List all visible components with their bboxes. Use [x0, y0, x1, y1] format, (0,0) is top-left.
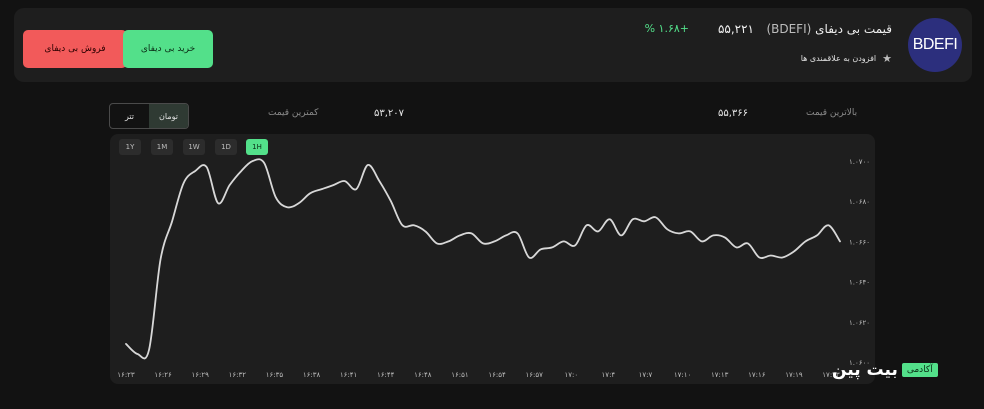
x-tick-label: ۱۷:۱۰	[674, 371, 691, 379]
currency-option-usdt[interactable]: تتر	[110, 104, 149, 128]
price-series-line	[125, 158, 841, 360]
x-tick-label: ۱۶:۴۱	[340, 371, 357, 379]
x-tick-label: ۱۶:۲۹	[192, 371, 210, 379]
watermark-text: بیت پین	[832, 360, 898, 380]
sell-button[interactable]: فروش بی دیفای	[23, 30, 127, 68]
x-tick-label: ۱۶:۵۱	[451, 371, 468, 379]
x-tick-label: ۱۷:۱۶	[748, 371, 766, 379]
x-tick-label: ۱۶:۵۴	[488, 371, 506, 379]
high-price-value: ۵۵,۳۶۶	[718, 108, 749, 119]
add-to-favorites[interactable]: ★ افزودن به علاقمندی ها	[801, 52, 892, 65]
y-tick-label: ۱.۰۶۸۰	[849, 198, 870, 206]
coin-title: قیمت بی دیفای (BDEFI)	[766, 22, 892, 36]
currency-option-toman[interactable]: تومان	[149, 104, 188, 128]
x-tick-label: ۱۶:۳۸	[303, 371, 321, 379]
x-tick-label: ۱۶:۳۵	[266, 371, 284, 379]
price-chart: 1Y 1M 1W 1D 1H ۱.۰۷۰۰ ۱.۰۶۸۰ ۱.۰۶۶۰ ۱.۰۶۴۰ ۱…	[110, 134, 875, 384]
x-tick-label: ۱۷:۰	[564, 371, 578, 379]
x-tick-label: ۱۶:۵۷	[525, 371, 543, 379]
y-tick-label: ۱.۰۶۲۰	[849, 319, 870, 327]
favorites-label: افزودن به علاقمندی ها	[800, 54, 877, 63]
y-tick-label: ۱.۰۷۰۰	[849, 158, 870, 166]
x-tick-label: ۱۷:۴	[602, 371, 616, 379]
high-price-label: بالاترین قیمت	[806, 108, 858, 118]
coin-header: فروش بی دیفای خرید بی دیفای +۱.۶۸ % ۵۵,۲…	[14, 8, 972, 82]
price-chart-svg: ۱.۰۷۰۰۱.۰۶۸۰۱.۰۶۶۰۱.۰۶۴۰۱.۰۶۲۰۱.۰۶۰۰ ۱۶:…	[117, 158, 870, 379]
current-price: ۵۵,۲۲۱	[717, 22, 754, 36]
x-tick-label: ۱۷:۷	[639, 371, 653, 379]
x-tick-label: ۱۷:۱۹	[785, 371, 803, 379]
coin-symbol: (BDEFI)	[766, 22, 812, 36]
coin-name: قیمت بی دیفای	[815, 22, 892, 36]
x-tick-label: ۱۶:۴۸	[414, 371, 432, 379]
y-tick-label: ۱.۰۶۴۰	[849, 279, 870, 287]
y-tick-label: ۱.۰۶۶۰	[849, 238, 870, 246]
x-tick-label: ۱۶:۲۳	[117, 371, 135, 379]
low-price-label: کمترین قیمت	[268, 108, 319, 118]
currency-toggle[interactable]: تتر تومان	[109, 103, 189, 129]
buy-button[interactable]: خرید بی دیفای	[123, 30, 213, 68]
watermark-badge: آکادمی	[901, 363, 938, 377]
low-price-value: ۵۳,۲۰۷	[374, 108, 405, 119]
x-tick-label: ۱۶:۴۴	[377, 371, 395, 379]
x-tick-label: ۱۶:۳۲	[229, 371, 247, 379]
watermark: آکادمی بیت پین	[832, 360, 938, 380]
price-change: +۱.۶۸ %	[644, 22, 689, 35]
x-tick-label: ۱۷:۱۳	[711, 371, 729, 379]
x-tick-label: ۱۶:۲۶	[154, 371, 172, 379]
star-icon[interactable]: ★	[882, 52, 892, 65]
coin-logo: BDEFI	[908, 18, 962, 72]
